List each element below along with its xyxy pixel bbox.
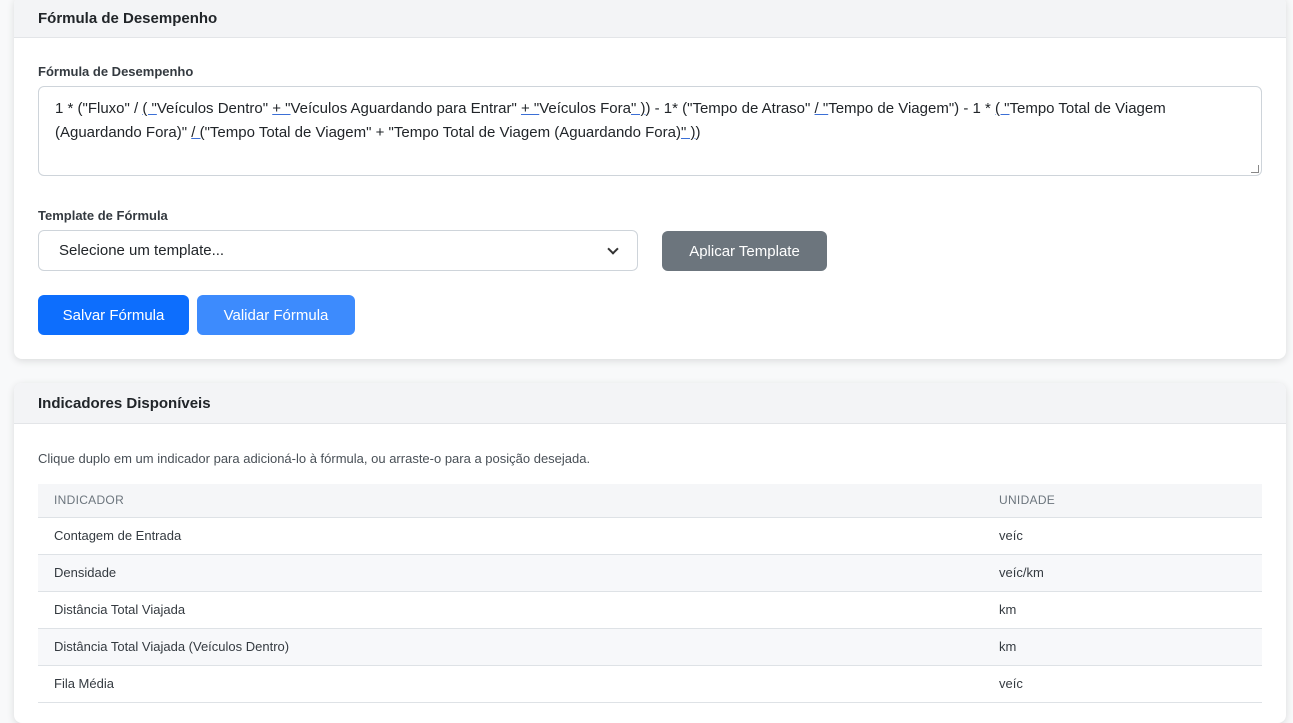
- formula-label: Fórmula de Desempenho: [38, 64, 194, 79]
- indicators-card: Indicadores Disponíveis Clique duplo em …: [14, 383, 1286, 723]
- formula-token: + ": [272, 100, 291, 117]
- formula-text: 1 * ("Fluxo" /: [55, 100, 143, 117]
- formula-text: "Tempo Total de Viagem" + "Tempo Total d…: [204, 124, 681, 141]
- resize-grip-icon[interactable]: [1251, 165, 1259, 173]
- indicators-table: INDICADOR UNIDADE Contagem de Entrada ve…: [38, 484, 1262, 703]
- formula-token: ( ": [142, 100, 157, 117]
- column-header-unit: UNIDADE: [983, 484, 1262, 518]
- indicator-name: Densidade: [38, 554, 983, 592]
- validate-formula-button[interactable]: Validar Fórmula: [197, 295, 355, 335]
- indicator-name: Fila Média: [38, 665, 983, 703]
- formula-token: / ": [814, 100, 829, 117]
- indicator-unit: km: [983, 591, 1262, 629]
- formula-token: / (: [191, 124, 205, 141]
- indicator-name: Distância Total Viajada (Veículos Dentro…: [38, 628, 983, 666]
- indicator-name: Distância Total Viajada: [38, 591, 983, 629]
- formula-token: " ): [680, 124, 696, 141]
- save-formula-button[interactable]: Salvar Fórmula: [38, 295, 189, 335]
- formula-card: Fórmula de Desempenho Fórmula de Desempe…: [14, 0, 1286, 359]
- indicator-unit: veíc: [983, 517, 1262, 555]
- formula-text: Veículos Aguardando para Entrar": [290, 100, 521, 117]
- indicator-name: Contagem de Entrada: [38, 517, 983, 555]
- formula-text: ) - 1* ("Tempo de Atraso": [645, 100, 815, 117]
- column-header-indicator: INDICADOR: [38, 484, 983, 518]
- indicators-card-title: Indicadores Disponíveis: [14, 383, 1286, 424]
- formula-text: Veículos Dentro": [156, 100, 273, 117]
- formula-text: Tempo de Viagem") - 1 *: [828, 100, 995, 117]
- indicators-hint: Clique duplo em um indicador para adicio…: [38, 451, 591, 466]
- formula-card-title: Fórmula de Desempenho: [14, 0, 1286, 38]
- formula-text: Veículos Fora: [539, 100, 631, 117]
- indicator-unit: veíc: [983, 665, 1262, 703]
- table-header-row: INDICADOR UNIDADE: [38, 484, 1262, 518]
- formula-token: + ": [520, 100, 540, 117]
- table-row[interactable]: Distância Total Viajada (Veículos Dentro…: [38, 628, 1262, 666]
- template-select[interactable]: Selecione um template...: [38, 230, 638, 271]
- formula-text: ): [695, 124, 701, 141]
- template-label: Template de Fórmula: [38, 208, 168, 223]
- table-row[interactable]: Fila Média veíc: [38, 665, 1262, 703]
- formula-textarea[interactable]: 1 * ("Fluxo" / ( "Veículos Dentro" + "Ve…: [38, 86, 1262, 176]
- formula-token: " ): [630, 100, 646, 117]
- formula-token: ( ": [995, 100, 1010, 117]
- table-row[interactable]: Distância Total Viajada km: [38, 591, 1262, 629]
- table-row[interactable]: Densidade veíc/km: [38, 554, 1262, 592]
- chevron-down-icon: [607, 242, 619, 255]
- indicator-unit: km: [983, 628, 1262, 666]
- apply-template-button[interactable]: Aplicar Template: [662, 231, 827, 271]
- table-row[interactable]: Contagem de Entrada veíc: [38, 517, 1262, 555]
- indicator-unit: veíc/km: [983, 554, 1262, 592]
- template-select-value: Selecione um template...: [59, 242, 225, 259]
